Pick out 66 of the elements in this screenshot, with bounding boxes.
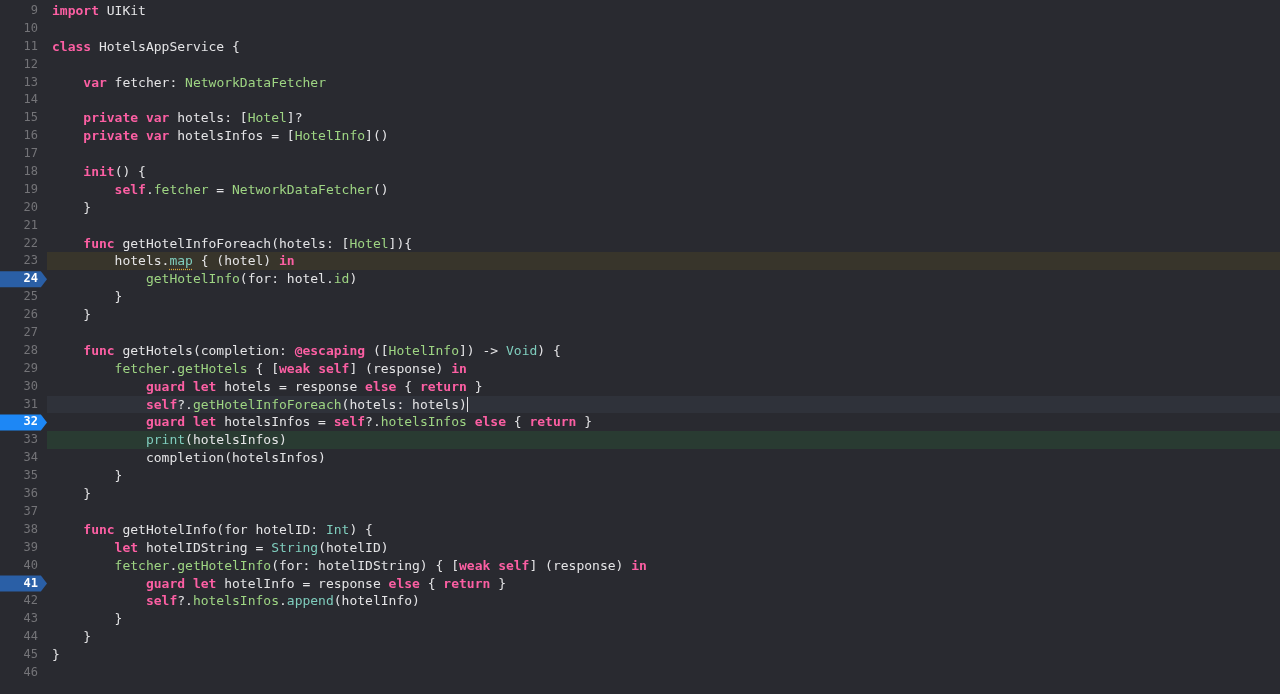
code-line: self?.hotelsInfos.append(hotelInfo) xyxy=(144,592,421,611)
code-line: init() { xyxy=(82,163,147,181)
line-number: 39 xyxy=(22,538,39,556)
line-number: 15 xyxy=(22,109,39,127)
line-number: 37 xyxy=(22,502,39,520)
line-number: 30 xyxy=(22,377,39,395)
code-line: import UIKit xyxy=(51,2,147,20)
code-line: fetcher.getHotelInfo(for: hotelIDString) { [weak self] (response) in xyxy=(113,556,648,575)
code-line: class HotelsAppService { xyxy=(51,37,241,56)
code-line: self.fetcher = NetworkDataFetcher() xyxy=(113,180,390,199)
line-number: 13 xyxy=(22,73,39,91)
code-line: } xyxy=(113,610,124,629)
line-number: 19 xyxy=(22,180,39,198)
line-number: 46 xyxy=(22,663,39,681)
line-number: 43 xyxy=(22,610,39,628)
line-number: 10 xyxy=(22,19,39,37)
code-line: func getHotels(completion: @escaping ([HotelInfo]) -> Void) { xyxy=(82,341,562,360)
code-line: func getHotelInfoForeach(hotels: [Hotel]){ xyxy=(82,234,414,253)
code-line: func getHotelInfo(for hotelID: Int) { xyxy=(82,520,374,539)
line-number: 22 xyxy=(22,234,39,252)
code-line: private var hotelsInfos = [HotelInfo]() xyxy=(82,127,390,146)
line-number: 9 xyxy=(29,2,39,19)
code-line: } xyxy=(113,288,124,307)
line-number: 20 xyxy=(22,198,39,216)
line-number: 44 xyxy=(22,628,39,646)
code-line: guard let hotelInfo = response else { return } xyxy=(144,574,507,593)
breakpoint-marker[interactable]: 41 xyxy=(0,574,47,593)
line-number: 21 xyxy=(22,216,39,234)
code-line: } xyxy=(82,485,93,503)
line-number: 33 xyxy=(22,431,39,449)
code-line: let hotelIDString = String(hotelID) xyxy=(113,538,390,557)
code-line: guard let hotels = response else { return } xyxy=(144,377,484,396)
breakpoint-marker[interactable]: 24 xyxy=(0,270,47,289)
line-number: 18 xyxy=(22,163,39,180)
line-number: 25 xyxy=(22,288,39,306)
line-number: 38 xyxy=(22,520,39,538)
line-number: 23 xyxy=(22,252,39,270)
code-line: } xyxy=(82,198,93,217)
line-number: 29 xyxy=(22,359,39,377)
line-number: 27 xyxy=(22,324,39,342)
line-number: 31 xyxy=(22,395,39,413)
text-cursor xyxy=(466,397,469,413)
code-line: private var hotels: [Hotel]? xyxy=(82,109,304,128)
line-number: 36 xyxy=(22,485,39,503)
code-line: fetcher.getHotels { [weak self] (response) in xyxy=(113,359,468,378)
line-number: 16 xyxy=(22,127,39,145)
line-number: 35 xyxy=(22,467,39,485)
line-number: 34 xyxy=(22,449,39,467)
code-line: } xyxy=(51,646,61,664)
breakpoint-marker[interactable]: 32 xyxy=(0,413,47,432)
line-number: 28 xyxy=(22,341,39,359)
line-number: 14 xyxy=(22,91,39,109)
code-line: guard let hotelsInfos = self?.hotelsInfos else { return } xyxy=(144,413,594,432)
line-number: 17 xyxy=(22,145,39,163)
code-line: var fetcher: NetworkDataFetcher xyxy=(82,73,327,92)
line-number: 26 xyxy=(22,306,39,324)
code-line: } xyxy=(113,467,124,486)
line-number: 11 xyxy=(22,37,39,55)
code-line: } xyxy=(82,628,93,647)
line-number: 12 xyxy=(22,55,39,73)
line-number: 42 xyxy=(22,592,39,610)
code-line: getHotelInfo(for: hotel.id) xyxy=(144,270,359,289)
code-line: } xyxy=(82,306,93,325)
line-number: 45 xyxy=(22,646,39,664)
code-line: completion(hotelsInfos) xyxy=(144,449,327,468)
line-number: 40 xyxy=(22,556,39,574)
